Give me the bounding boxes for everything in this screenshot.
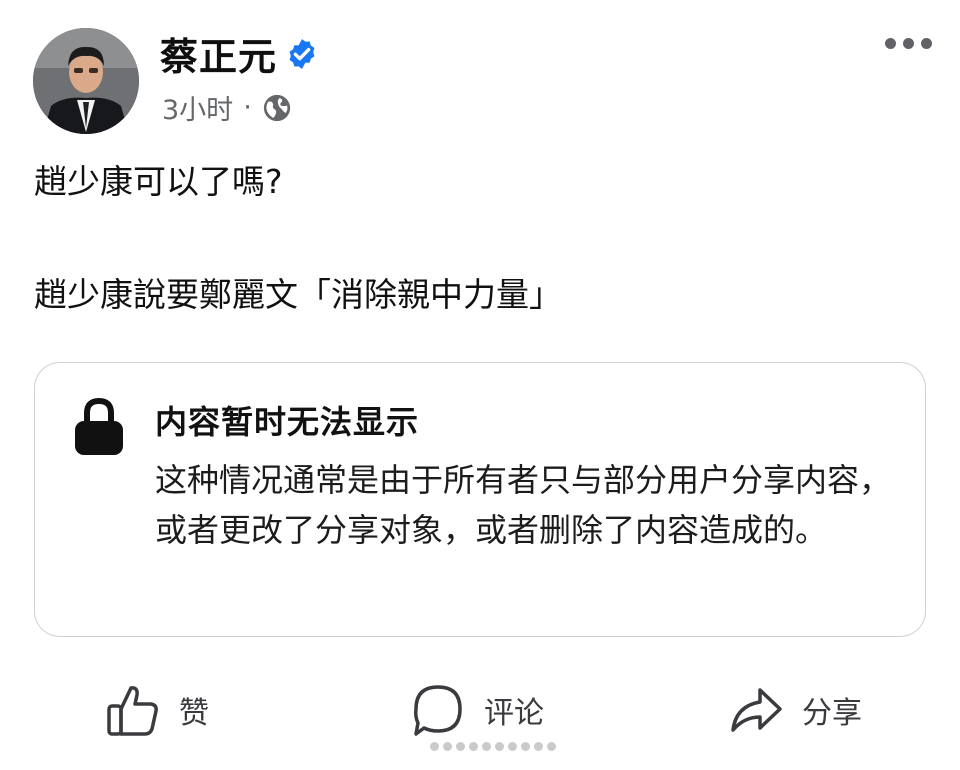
post-text-line: 趙少康說要鄭麗文「消除親中力量」 — [34, 275, 562, 314]
loading-indicator — [430, 742, 556, 751]
avatar-portrait — [33, 28, 139, 134]
share-arrow-icon — [731, 688, 782, 732]
loading-dot — [456, 742, 465, 751]
comment-bubble-icon — [414, 685, 462, 736]
loading-dot — [495, 742, 504, 751]
author-row: 蔡正元 — [160, 26, 319, 81]
post-meta: 3小时 · — [162, 88, 292, 127]
loading-dot — [547, 742, 556, 751]
loading-dot — [534, 742, 543, 751]
content-unavailable-card: 内容暂时无法显示 这种情况通常是由于所有者只与部分用户分享内容，或者更改了分享对… — [34, 362, 926, 637]
more-dot — [921, 38, 932, 49]
loading-dot — [469, 742, 478, 751]
share-label: 分享 — [802, 696, 862, 731]
like-button[interactable]: 赞 — [105, 682, 209, 738]
comment-label: 评论 — [484, 696, 544, 731]
loading-dot — [482, 742, 491, 751]
notice-body: 这种情况通常是由于所有者只与部分用户分享内容，或者更改了分享对象，或者删除了内容… — [155, 461, 892, 549]
more-dot — [903, 38, 914, 49]
post-text-line: 趙少康可以了嗎? — [34, 162, 283, 201]
meta-separator: · — [243, 92, 252, 123]
share-button[interactable]: 分享 — [728, 682, 862, 738]
post-timestamp[interactable]: 3小时 — [162, 88, 233, 127]
post-body: 趙少康可以了嗎? 趙少康說要鄭麗文「消除親中力量」 — [34, 165, 562, 311]
thumbs-up-icon — [107, 686, 158, 736]
verified-badge-icon — [289, 38, 315, 69]
loading-dot — [508, 742, 517, 751]
loading-dot — [430, 742, 439, 751]
author-avatar[interactable] — [33, 28, 139, 134]
loading-dot — [443, 742, 452, 751]
notice-title: 内容暂时无法显示 — [155, 403, 420, 441]
like-label: 赞 — [179, 696, 209, 731]
loading-dot — [521, 742, 530, 751]
lock-icon — [75, 397, 123, 455]
author-name[interactable]: 蔡正元 — [160, 26, 277, 81]
comment-button[interactable]: 评论 — [410, 682, 544, 738]
more-options-icon[interactable] — [885, 38, 932, 49]
globe-icon[interactable] — [262, 93, 292, 123]
more-dot — [885, 38, 896, 49]
